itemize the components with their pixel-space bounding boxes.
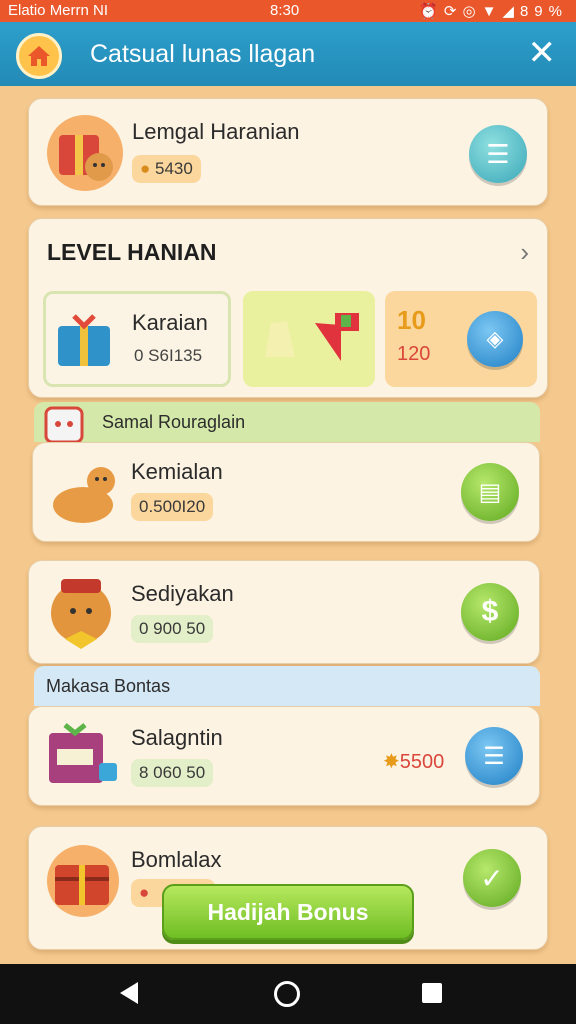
clock: 8:30 <box>270 2 300 19</box>
carrier-label: Elatio Merrn NI <box>8 2 109 19</box>
red-ribbon-icon <box>315 313 359 361</box>
lion-icon <box>51 579 111 649</box>
list-button[interactable]: ☰ <box>465 727 523 785</box>
status-bar: Elatio Merrn NI 8:30 ⏰⟳◎▼◢89% <box>0 0 576 22</box>
sync-icon: ⟳ <box>443 3 463 20</box>
list-icon: ☰ <box>483 742 505 770</box>
location-icon: ◎ <box>462 3 482 20</box>
home-button[interactable] <box>16 33 62 79</box>
item-value: 8 060 50 <box>139 763 206 782</box>
score-top: 10 <box>397 305 426 335</box>
level-tile-karaian[interactable]: Karaian 0 S6I135 <box>43 291 231 387</box>
level-tile-score[interactable]: 10 120 ◈ <box>385 291 537 387</box>
banner1-label: Samal Rouraglain <box>102 412 246 432</box>
chevron-right-icon[interactable]: › <box>520 237 529 268</box>
app-title: Catsual lunas llagan <box>90 40 316 68</box>
gift-box-icon <box>49 723 117 783</box>
star-icon: ✸ <box>383 751 400 773</box>
item-value-pill: 0 900 50 <box>131 615 214 643</box>
status-icons: ⏰⟳◎▼◢89% <box>419 2 568 20</box>
karaian-value: 0 S6I135 <box>134 346 203 365</box>
karaian-label: Karaian <box>132 310 208 335</box>
gift-box-icon <box>58 314 110 366</box>
menu-button[interactable]: ☰ <box>469 125 527 183</box>
ticket-button[interactable]: ◈ <box>467 311 523 367</box>
list-item[interactable]: Sediyakan 0 900 50 $ <box>28 560 540 664</box>
level-section-card: LEVEL HANIAN › Karaian 0 S6I135 10 120 ◈ <box>28 218 548 398</box>
alarm-icon: ⏰ <box>419 3 444 20</box>
top-item-value: 5430 <box>155 159 193 178</box>
top-item-name: Lemgal Haranian <box>132 119 300 144</box>
bell-icon <box>265 321 295 357</box>
level-tile-gifts[interactable] <box>243 291 375 387</box>
item-value-pill: 0.500I20 <box>131 493 214 521</box>
close-icon: ✕ <box>527 34 557 72</box>
section-banner-bontas: Makasa Bontas <box>34 666 540 706</box>
ticket-icon: ◈ <box>486 326 504 351</box>
cat-icon <box>53 467 115 523</box>
top-item-value-pill: ● 5430 <box>132 155 201 183</box>
coin-icon: ● <box>140 159 151 178</box>
treasure-chest-icon <box>47 845 119 917</box>
item-value: 0 900 50 <box>139 619 206 638</box>
list-item[interactable]: Kemialan 0.500I20 ▤ <box>32 442 540 542</box>
recents-icon[interactable] <box>422 983 442 1003</box>
top-item-card[interactable]: Lemgal Haranian ● 5430 ☰ <box>28 98 548 206</box>
item-name: Kemialan <box>131 459 223 484</box>
confirm-button[interactable]: ✓ <box>463 849 521 907</box>
item-action-button[interactable]: ▤ <box>461 463 519 521</box>
menu-icon: ☰ <box>486 138 510 169</box>
item-value: 0.500I20 <box>139 497 206 516</box>
battery-label: 89% <box>519 3 568 20</box>
tickets-icon: ▤ <box>478 478 502 506</box>
home-icon <box>28 46 50 66</box>
reward-value: 5500 <box>399 751 445 773</box>
level-section-title: LEVEL HANIAN <box>47 239 217 265</box>
bonus-button[interactable]: Hadijah Bonus <box>162 884 414 940</box>
gift-dog-icon <box>47 115 123 191</box>
banner2-label: Makasa Bontas <box>46 676 171 696</box>
item-value-pill: 8 060 50 <box>131 759 214 787</box>
app-bar: Catsual lunas llagan ✕ <box>0 22 576 86</box>
wifi-icon: ▼ <box>481 3 503 20</box>
item-name: Bomlalax <box>131 847 222 872</box>
system-nav-bar <box>0 964 576 1024</box>
reward-amount: ✸5500 <box>383 749 444 774</box>
dollar-icon: $ <box>481 595 499 628</box>
item-name: Salagntin <box>131 725 223 750</box>
back-icon[interactable] <box>120 982 138 1004</box>
close-button[interactable]: ✕ <box>528 36 557 70</box>
coin-icon: ● <box>139 883 150 902</box>
list-item[interactable]: Salagntin 8 060 50 ✸5500 ☰ <box>28 706 540 806</box>
cat-bag-icon <box>44 406 84 444</box>
dollar-button[interactable]: $ <box>461 583 519 641</box>
check-icon: ✓ <box>480 862 504 894</box>
signal-icon: ◢ <box>502 3 520 20</box>
score-bottom: 120 <box>397 343 431 365</box>
section-banner-rouraglain: Samal Rouraglain <box>34 402 540 444</box>
home-circle-icon[interactable] <box>274 981 300 1007</box>
item-name: Sediyakan <box>131 581 234 606</box>
